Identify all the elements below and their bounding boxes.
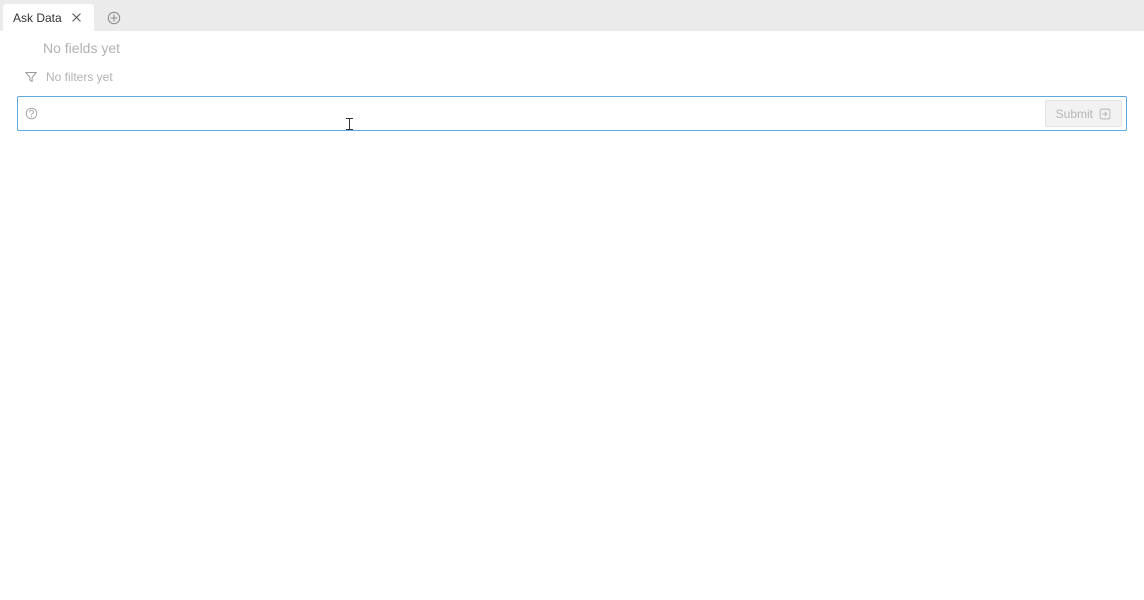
tab-ask-data[interactable]: Ask Data [3,4,94,31]
fields-empty-text: No fields yet [0,31,1144,65]
filters-row: No filters yet [0,65,1144,89]
fields-empty-label: No fields yet [43,40,120,56]
help-icon[interactable] [24,107,38,121]
filter-icon [25,71,37,83]
query-input[interactable] [38,97,1045,130]
tab-bar: Ask Data [0,0,1144,31]
add-tab-button[interactable] [100,4,128,31]
content-area: No fields yet No filters yet Submit [0,31,1144,131]
submit-arrow-icon [1099,108,1111,120]
close-icon[interactable] [70,11,84,25]
filters-empty-label: No filters yet [46,70,113,84]
query-box: Submit [17,96,1127,131]
query-container: Submit [17,96,1127,131]
submit-button[interactable]: Submit [1045,100,1122,127]
tab-label: Ask Data [13,11,62,25]
submit-label: Submit [1056,107,1093,121]
